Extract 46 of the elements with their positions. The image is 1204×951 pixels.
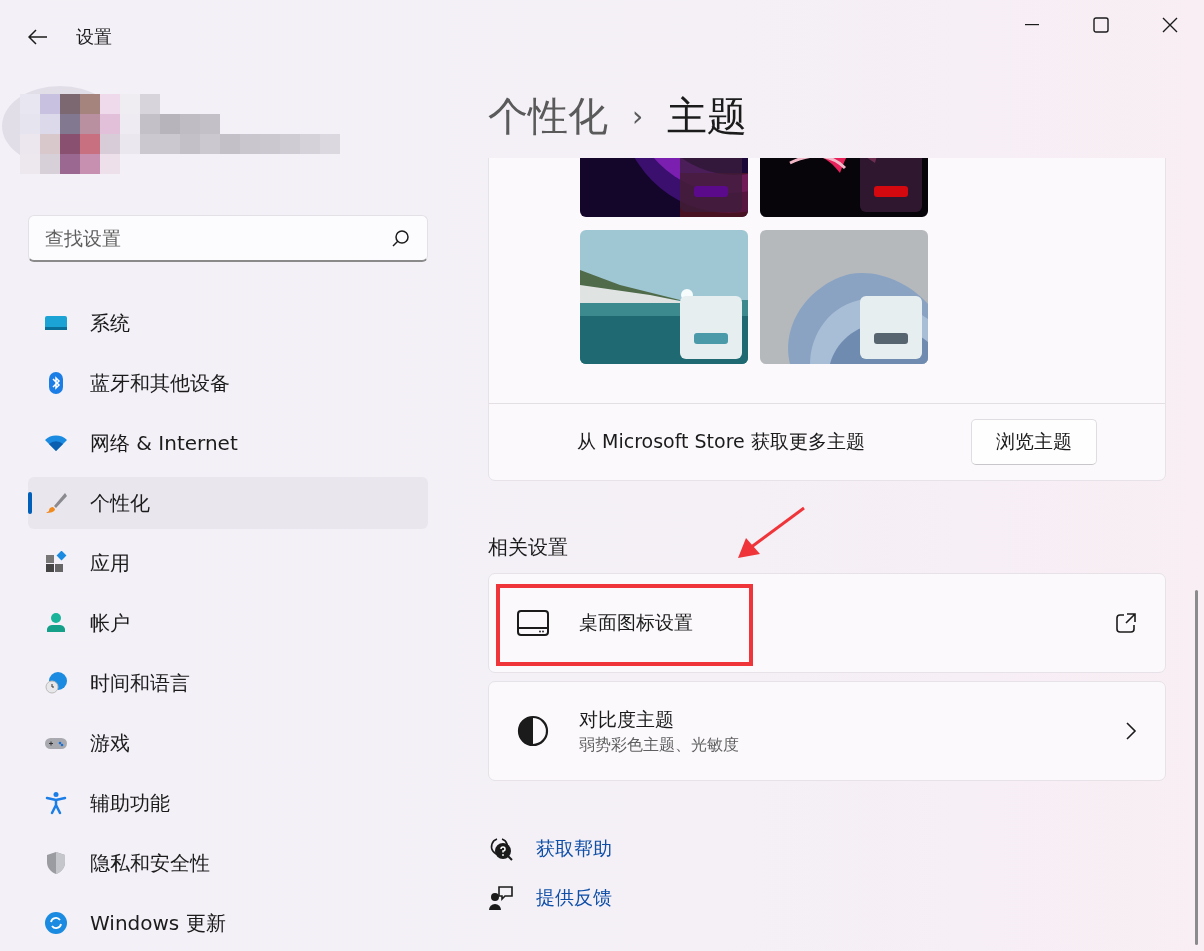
paintbrush-icon bbox=[44, 491, 68, 515]
chevron-right-icon bbox=[1125, 721, 1137, 741]
accessibility-icon bbox=[44, 791, 68, 815]
window-title: 设置 bbox=[76, 25, 112, 49]
help-chat-icon bbox=[488, 836, 514, 862]
maximize-icon bbox=[1092, 17, 1109, 33]
back-arrow-icon bbox=[28, 29, 48, 45]
selection-indicator bbox=[28, 492, 32, 514]
globe-clock-icon bbox=[44, 671, 68, 695]
shield-icon bbox=[44, 851, 68, 875]
nav-item[interactable]: 应用 bbox=[28, 537, 428, 589]
page-title: 主题 bbox=[667, 91, 748, 141]
nav-item[interactable]: 辅助功能 bbox=[28, 777, 428, 829]
apps-icon bbox=[44, 551, 68, 575]
open-external-icon bbox=[1115, 612, 1137, 634]
nav-item[interactable]: Windows 更新 bbox=[28, 897, 428, 949]
nav-item[interactable]: 网络 & Internet bbox=[28, 417, 428, 469]
person-icon bbox=[44, 611, 68, 635]
nav-item[interactable]: 时间和语言 bbox=[28, 657, 428, 709]
breadcrumb-separator: › bbox=[632, 99, 644, 133]
section-heading: 相关设置 bbox=[488, 534, 568, 561]
arrow-annotation bbox=[736, 506, 806, 561]
row-subtitle: 弱势彩色主题、光敏度 bbox=[579, 734, 740, 756]
breadcrumb-parent[interactable]: 个性化 bbox=[488, 88, 608, 144]
help-link[interactable]: 获取帮助 bbox=[536, 836, 612, 862]
search-icon bbox=[392, 229, 410, 247]
row-title: 对比度主题 bbox=[579, 706, 675, 732]
help-link[interactable]: 提供反馈 bbox=[536, 885, 612, 911]
nav-item[interactable]: 隐私和安全性 bbox=[28, 837, 428, 889]
nav-item[interactable]: 系统 bbox=[28, 297, 428, 349]
nav-item[interactable]: 蓝牙和其他设备 bbox=[28, 357, 428, 409]
close-icon bbox=[1161, 17, 1178, 33]
scrollbar[interactable] bbox=[1195, 590, 1198, 945]
minimize-icon bbox=[1024, 24, 1039, 26]
contrast-icon bbox=[517, 715, 549, 747]
search-field[interactable]: 查找设置 bbox=[28, 215, 428, 262]
store-text: 从 Microsoft Store 获取更多主题 bbox=[577, 429, 866, 454]
sync-icon bbox=[44, 911, 68, 935]
row-title: 桌面图标设置 bbox=[579, 610, 694, 635]
monitor-icon bbox=[517, 610, 549, 636]
browse-themes-button[interactable]: 浏览主题 bbox=[971, 419, 1097, 465]
nav-item[interactable]: 帐户 bbox=[28, 597, 428, 649]
nav-item[interactable]: 个性化 bbox=[28, 477, 428, 529]
feedback-icon bbox=[488, 885, 514, 911]
nav-item[interactable]: 游戏 bbox=[28, 717, 428, 769]
settings-row[interactable]: 对比度主题 弱势彩色主题、光敏度 bbox=[488, 681, 1166, 781]
